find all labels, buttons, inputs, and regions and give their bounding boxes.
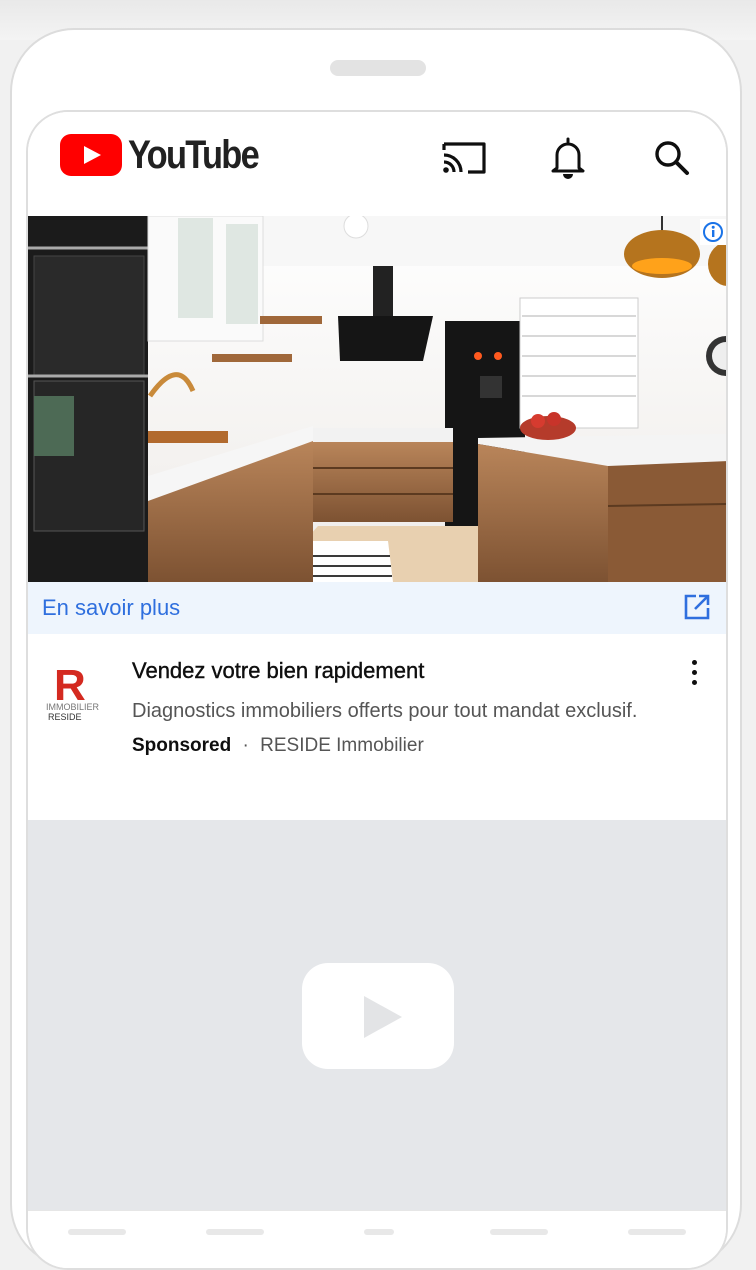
phone-frame: YouTube En savoir plus R IMMOBILIER RESI…	[10, 28, 742, 1270]
external-link-icon[interactable]	[682, 592, 712, 622]
nav-item-shorts[interactable]	[206, 1229, 264, 1235]
nav-item-home[interactable]	[68, 1229, 126, 1235]
notifications-button[interactable]	[544, 134, 592, 182]
search-icon	[655, 141, 689, 175]
bottom-navigation	[28, 1210, 726, 1268]
ad-description: Diagnostics immobiliers offerts pour tou…	[132, 700, 638, 722]
ad-meta: Sponsored · RESIDE Immobilier	[132, 735, 424, 757]
ad-title[interactable]: Vendez votre bien rapidement	[132, 658, 425, 684]
nav-item-create[interactable]	[364, 1229, 394, 1235]
nav-item-subscriptions[interactable]	[490, 1229, 548, 1235]
ad-details: R IMMOBILIER RESIDE Vendez votre bien ra…	[28, 634, 726, 820]
meta-separator: ·	[242, 735, 249, 756]
bell-icon	[551, 137, 585, 179]
app-header: YouTube	[28, 112, 726, 216]
youtube-logo-text: YouTube	[128, 132, 260, 177]
info-icon	[703, 222, 723, 242]
nav-item-library[interactable]	[628, 1229, 686, 1235]
youtube-play-icon	[302, 963, 454, 1069]
ad-info-button[interactable]	[700, 219, 726, 245]
advertiser-logo-line1: IMMOBILIER	[46, 702, 100, 712]
ad-image[interactable]	[28, 216, 726, 582]
reside-logo-icon: R IMMOBILIER RESIDE	[46, 661, 100, 722]
learn-more-link[interactable]: En savoir plus	[42, 595, 180, 621]
youtube-logo[interactable]: YouTube	[60, 132, 279, 177]
advertiser-logo-line2: RESIDE	[48, 712, 82, 722]
advertiser-logo[interactable]: R IMMOBILIER RESIDE	[44, 658, 108, 722]
more-vert-icon	[691, 660, 697, 665]
phone-screen: YouTube En savoir plus R IMMOBILIER RESI…	[26, 110, 728, 1270]
learn-more-bar[interactable]: En savoir plus	[28, 582, 726, 634]
cast-icon	[442, 142, 486, 174]
sponsored-label: Sponsored	[132, 735, 232, 756]
search-button[interactable]	[648, 134, 696, 182]
more-options-button[interactable]	[684, 660, 704, 690]
youtube-logo-icon	[60, 134, 122, 176]
kitchen-photo	[28, 216, 726, 582]
phone-speaker	[330, 60, 426, 76]
advertiser-name[interactable]: RESIDE Immobilier	[260, 735, 424, 756]
cast-button[interactable]	[440, 134, 488, 182]
video-thumbnail-placeholder[interactable]	[28, 820, 726, 1210]
